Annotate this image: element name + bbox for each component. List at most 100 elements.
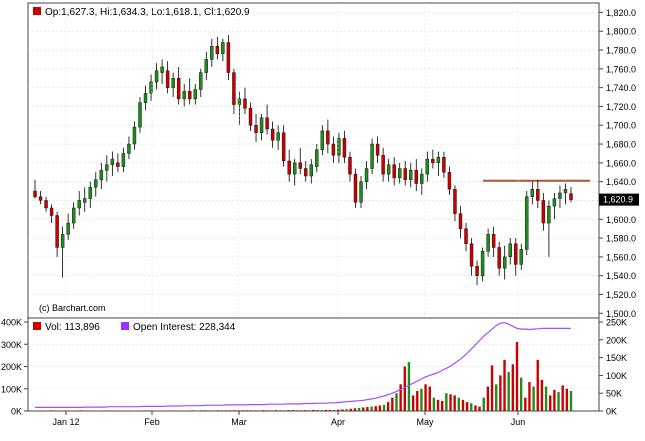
watermark: (c) Barchart.com xyxy=(39,303,106,313)
candle-body xyxy=(381,155,385,175)
volume-bar xyxy=(308,410,311,411)
volume-bar xyxy=(320,410,323,411)
x-tick-label: Mar xyxy=(231,417,247,427)
volume-bar xyxy=(349,408,352,411)
open-interest-tick-label: 250K xyxy=(606,318,627,328)
volume-bar xyxy=(249,410,253,411)
open-interest-tick-label: 100K xyxy=(606,371,627,381)
volume-bar xyxy=(382,404,386,411)
candle-body xyxy=(569,193,573,200)
candle-body xyxy=(33,190,37,197)
price-tick-label: 1,800.0 xyxy=(606,27,636,37)
candle-body xyxy=(281,132,286,162)
price-tick-label: 1,600.0 xyxy=(606,215,636,225)
candle-body xyxy=(514,243,518,265)
open-interest-tick-label: 50K xyxy=(606,389,622,399)
candle-body xyxy=(497,247,501,269)
volume-bar xyxy=(519,377,523,411)
volume-bar xyxy=(432,397,436,411)
candle-body xyxy=(364,168,369,182)
volume-bar xyxy=(175,410,178,412)
candle-body xyxy=(425,158,430,175)
candle-body xyxy=(386,164,391,175)
candle-body xyxy=(199,72,203,90)
volume-bar xyxy=(129,410,132,412)
candle-body xyxy=(464,228,468,244)
candle-body xyxy=(243,98,247,109)
price-legend-text: Op:1,627.3, Hi:1,634.3, Lo:1,618.1, Cl:1… xyxy=(45,7,250,18)
price-tick-label: 1,680.0 xyxy=(606,140,636,150)
candle-body xyxy=(248,108,253,126)
volume-bar xyxy=(229,410,232,411)
candle-body xyxy=(293,162,297,175)
volume-bar xyxy=(445,393,448,411)
volume-bar xyxy=(440,400,444,411)
candle-body xyxy=(502,256,507,269)
volume-bar xyxy=(515,342,519,411)
candle-body xyxy=(536,188,540,201)
volume-bar xyxy=(154,410,157,412)
candle-body xyxy=(88,187,92,199)
volume-bar xyxy=(461,399,465,411)
volume-bar xyxy=(200,410,203,411)
volume-bar xyxy=(233,410,236,411)
volume-bar xyxy=(179,410,182,412)
volume-bar xyxy=(75,410,78,412)
candle-body xyxy=(232,72,236,105)
volume-bar xyxy=(482,397,485,411)
candle-body xyxy=(370,143,374,169)
price-tick-label: 1,640.0 xyxy=(606,177,636,187)
volume-bar xyxy=(245,410,249,411)
volume-bar xyxy=(540,379,544,411)
volume-bar xyxy=(270,410,274,411)
volume-bar xyxy=(544,386,548,411)
candle-body xyxy=(547,205,551,224)
candle-body xyxy=(326,130,330,145)
candle-body xyxy=(165,70,170,88)
volume-bar xyxy=(532,386,535,411)
volume-bar xyxy=(79,410,82,411)
volume-bar xyxy=(337,409,340,411)
volume-legend-text: Vol: 113,896 xyxy=(45,322,100,333)
candle-body xyxy=(132,126,137,145)
price-tick-label: 1,660.0 xyxy=(606,158,636,168)
candle-body xyxy=(436,157,441,164)
volume-bar xyxy=(549,395,552,411)
volume-bar xyxy=(145,410,149,411)
volume-bar xyxy=(565,388,569,411)
candle-body xyxy=(315,149,319,167)
candle-body xyxy=(38,196,43,201)
price-tick-label: 1,540.0 xyxy=(606,271,636,281)
volume-bar xyxy=(424,384,427,411)
candle-body xyxy=(176,78,181,100)
volume-bar xyxy=(474,405,477,411)
candle-body xyxy=(453,188,457,214)
volume-bar xyxy=(195,410,199,412)
volume-bar xyxy=(303,410,307,411)
candle-body xyxy=(491,234,496,248)
candle-body xyxy=(160,66,164,73)
volume-bar xyxy=(287,410,290,411)
volume-tick-label: 100K xyxy=(1,384,22,394)
candle-body xyxy=(193,89,197,100)
candle-body xyxy=(414,170,418,184)
volume-bar xyxy=(141,410,145,412)
candle-body xyxy=(215,46,220,54)
volume-bar xyxy=(569,390,573,411)
open-interest-tick-label: 150K xyxy=(606,353,627,363)
candle-body xyxy=(541,200,546,224)
candle-body xyxy=(563,188,568,194)
volume-bar xyxy=(37,410,41,412)
volume-bar xyxy=(87,410,91,412)
volume-bar xyxy=(216,410,220,411)
candle-body xyxy=(304,168,308,177)
candle-body xyxy=(276,132,280,141)
candle-body xyxy=(265,117,269,130)
volume-bar xyxy=(204,410,207,411)
candle-body xyxy=(204,59,208,73)
candle-body xyxy=(171,78,175,88)
volume-bar xyxy=(191,410,195,411)
x-tick-label: Feb xyxy=(144,417,160,427)
volume-bar xyxy=(449,394,452,411)
candle-body xyxy=(77,200,81,209)
